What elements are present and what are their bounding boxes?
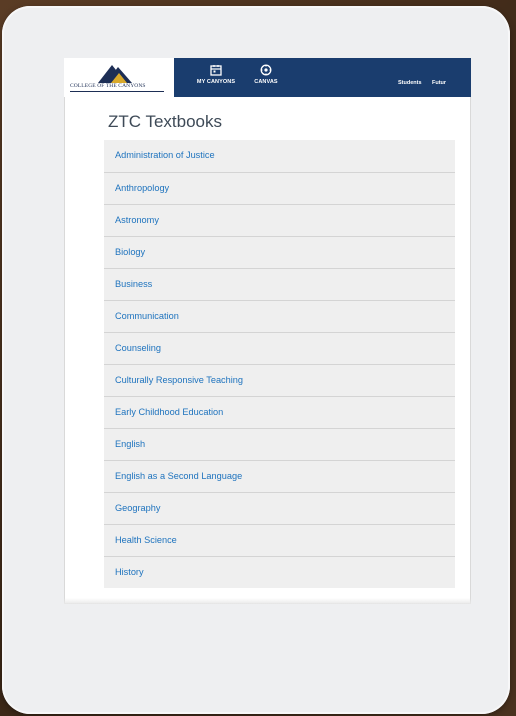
subject-link[interactable]: Biology (104, 236, 455, 268)
subject-list: Administration of Justice Anthropology A… (104, 140, 455, 588)
subject-link[interactable]: Business (104, 268, 455, 300)
subject-link[interactable]: Anthropology (104, 172, 455, 204)
tablet-frame: COLLEGE OF THE CANYONS MY CANYONS CANVAS… (2, 6, 510, 714)
canvas-button[interactable]: CANVAS (236, 58, 296, 97)
mountain-logo-icon (98, 65, 132, 83)
subject-link[interactable]: Communication (104, 300, 455, 332)
college-logo[interactable]: COLLEGE OF THE CANYONS (64, 58, 174, 97)
device-screen: COLLEGE OF THE CANYONS MY CANYONS CANVAS… (64, 58, 471, 604)
nav-link-future[interactable]: Futur (432, 80, 446, 86)
page-title: ZTC Textbooks (108, 112, 223, 131)
subject-link[interactable]: Culturally Responsive Teaching (104, 364, 455, 396)
canvas-icon (260, 64, 272, 76)
subject-link[interactable]: Geography (104, 492, 455, 524)
subject-link[interactable]: Astronomy (104, 204, 455, 236)
canvas-label: CANVAS (254, 79, 278, 85)
calendar-icon (210, 65, 222, 76)
subject-link[interactable]: Counseling (104, 332, 455, 364)
top-nav-bar: MY CANYONS CANVAS Students Futur (174, 58, 471, 97)
site-header: COLLEGE OF THE CANYONS MY CANYONS CANVAS… (64, 58, 471, 97)
subject-link[interactable]: Early Childhood Education (104, 396, 455, 428)
subject-link[interactable]: English as a Second Language (104, 460, 455, 492)
subject-link[interactable]: English (104, 428, 455, 460)
logo-underline (70, 91, 164, 92)
scroll-fade (64, 598, 471, 604)
subject-link[interactable]: History (104, 556, 455, 588)
subject-link[interactable]: Administration of Justice (104, 140, 455, 172)
nav-link-students[interactable]: Students (398, 80, 422, 86)
subject-link[interactable]: Health Science (104, 524, 455, 556)
logo-wordmark: COLLEGE OF THE CANYONS (70, 83, 146, 89)
